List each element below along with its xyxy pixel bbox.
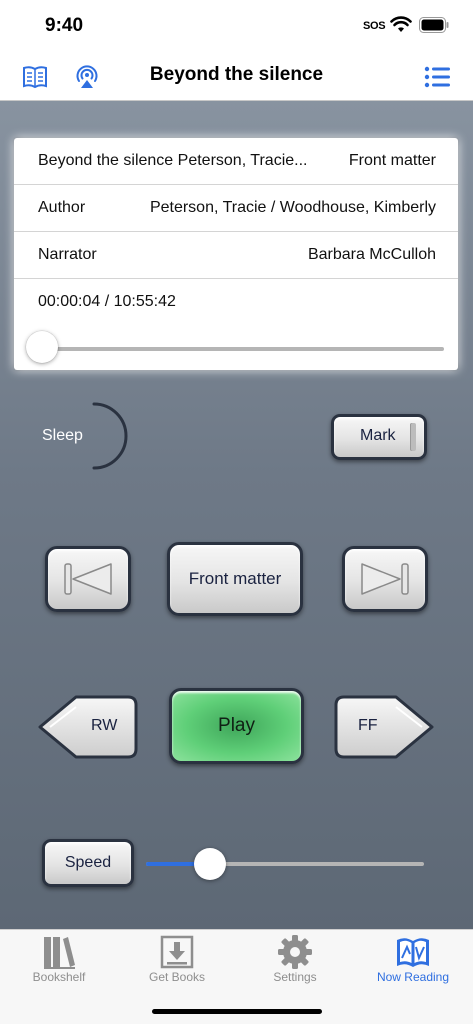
tab-settings[interactable]: Settings	[236, 930, 354, 990]
wifi-icon	[390, 16, 412, 32]
narrator-label: Narrator	[38, 246, 97, 263]
tab-get-books[interactable]: Get Books	[118, 930, 236, 990]
nav-bar: Beyond the silence	[0, 50, 473, 101]
tab-now-reading[interactable]: Now Reading	[354, 930, 472, 990]
book-info-card: Beyond the silence Peterson, Tracie... F…	[14, 138, 458, 370]
mark-label: Mark	[360, 427, 396, 444]
author-label: Author	[38, 199, 86, 216]
bookmark-notch-icon	[410, 423, 416, 451]
playback-progress-thumb[interactable]	[26, 331, 58, 363]
tab-label: Get Books	[148, 970, 206, 984]
speed-slider-thumb[interactable]	[193, 848, 226, 880]
current-chapter: Front matter	[348, 152, 436, 169]
home-indicator	[152, 1009, 322, 1014]
status-time: 9:40	[45, 15, 84, 36]
battery-icon	[419, 17, 449, 33]
fast-forward-button[interactable]: FF	[332, 693, 436, 761]
previous-chapter-button[interactable]	[45, 546, 131, 612]
book-title: Beyond the silence Peterson, Tracie...	[38, 152, 308, 169]
tab-bookshelf[interactable]: Bookshelf	[0, 930, 118, 990]
rewind-button[interactable]: RW	[36, 693, 140, 761]
rewind-label: RW	[91, 717, 118, 734]
page-title: Beyond the silence	[149, 64, 324, 85]
playback-progress-slider[interactable]	[40, 347, 444, 351]
narrator-value: Barbara McCulloh	[307, 246, 436, 263]
open-book-icon	[397, 938, 429, 967]
mark-button[interactable]: Mark	[331, 414, 427, 460]
fast-forward-label: FF	[358, 717, 378, 734]
status-bar: 9:40 SOS	[0, 0, 473, 50]
narrator-row: Narrator Barbara McCulloh	[14, 232, 458, 279]
next-chapter-button[interactable]	[342, 546, 428, 612]
list-icon[interactable]	[424, 65, 450, 89]
rewind-arrow-icon	[38, 695, 138, 759]
book-title-row: Beyond the silence Peterson, Tracie... F…	[14, 138, 458, 185]
fast-forward-arrow-icon	[334, 695, 434, 759]
sleep-moon-icon[interactable]	[88, 401, 134, 471]
tab-label: Now Reading	[376, 970, 450, 984]
bookshelf-icon	[44, 937, 75, 969]
speed-button[interactable]: Speed	[42, 839, 134, 887]
time-row: 00:00:04 / 10:55:42	[14, 279, 458, 326]
status-sos: SOS	[363, 20, 386, 32]
skip-back-icon	[64, 563, 112, 595]
tab-label: Settings	[273, 970, 317, 984]
speed-slider[interactable]	[146, 862, 424, 866]
play-button[interactable]: Play	[169, 688, 304, 764]
author-value: Peterson, Tracie / Woodhouse, Kimberly	[149, 199, 436, 216]
gear-icon	[278, 935, 312, 969]
download-icon	[160, 935, 194, 969]
skip-forward-icon	[361, 563, 409, 595]
tab-label: Bookshelf	[32, 970, 86, 984]
chapter-select-button[interactable]: Front matter	[167, 542, 303, 616]
playback-time: 00:00:04 / 10:55:42	[38, 293, 176, 310]
author-row: Author Peterson, Tracie / Woodhouse, Kim…	[14, 185, 458, 232]
player-panel: Beyond the silence Peterson, Tracie... F…	[0, 101, 473, 929]
sleep-label: Sleep	[42, 427, 83, 444]
